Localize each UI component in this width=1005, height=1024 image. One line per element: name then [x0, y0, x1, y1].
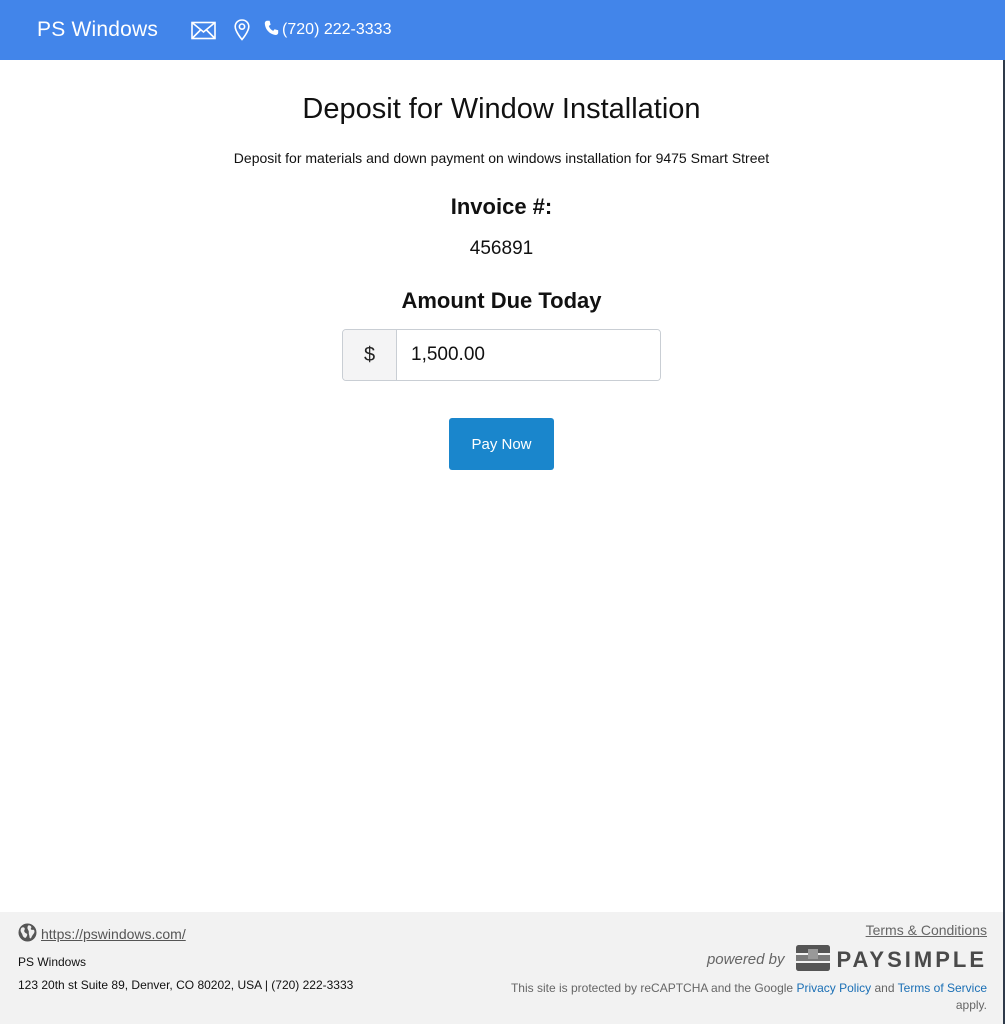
invoice-number: 456891 [469, 238, 534, 259]
footer-business-info: https://pswindows.com/ PS Windows 123 20… [18, 923, 353, 992]
recaptcha-notice: This site is protected by reCAPTCHA and … [511, 980, 987, 1014]
terms-of-service-link[interactable]: Terms of Service [898, 981, 987, 995]
pay-now-button[interactable]: Pay Now [449, 418, 554, 470]
privacy-policy-link[interactable]: Privacy Policy [796, 981, 871, 995]
invoice-label: Invoice #: [450, 194, 553, 219]
powered-by-text: powered by [706, 951, 785, 968]
business-address: 123 20th st Suite 89, Denver, CO 80202, … [18, 978, 354, 992]
website-row: https://pswindows.com/ [18, 923, 353, 945]
payment-form: Deposit for Window Installation Deposit … [0, 60, 1003, 470]
footer-legal: Terms & Conditions powered by PAYSIMPLE … [511, 922, 987, 1014]
header-icons: (720) 222-3333 [191, 19, 391, 41]
powered-by-row: powered by PAYSIMPLE [511, 945, 987, 974]
brand-name[interactable]: PS Windows [37, 18, 158, 42]
amount-input-group: $ [342, 329, 661, 381]
business-name: PS Windows [18, 955, 87, 969]
recaptcha-and: and [874, 981, 895, 995]
page-title: Deposit for Window Installation [302, 93, 701, 125]
recaptcha-text: This site is protected by reCAPTCHA and … [510, 981, 794, 995]
top-navbar: PS Windows (720) 222-3333 [0, 0, 1005, 60]
amount-input[interactable] [397, 330, 660, 380]
paysimple-logo-text: PAYSIMPLE [836, 946, 987, 972]
mail-icon[interactable] [191, 21, 216, 40]
terms-conditions-link[interactable]: Terms & Conditions [866, 922, 987, 938]
page-description: Deposit for materials and down payment o… [233, 150, 770, 166]
dollar-icon: $ [343, 330, 397, 380]
amount-label: Amount Due Today [401, 288, 602, 313]
footer: https://pswindows.com/ PS Windows 123 20… [0, 912, 1003, 1024]
website-link[interactable]: https://pswindows.com/ [41, 926, 186, 942]
recaptcha-apply: apply. [955, 998, 987, 1012]
location-pin-icon[interactable] [234, 19, 250, 41]
paysimple-logo-icon [795, 945, 831, 974]
phone-number: (720) 222-3333 [282, 21, 392, 38]
globe-icon [18, 923, 37, 945]
phone-link[interactable]: (720) 222-3333 [264, 20, 391, 41]
phone-icon [264, 20, 279, 41]
